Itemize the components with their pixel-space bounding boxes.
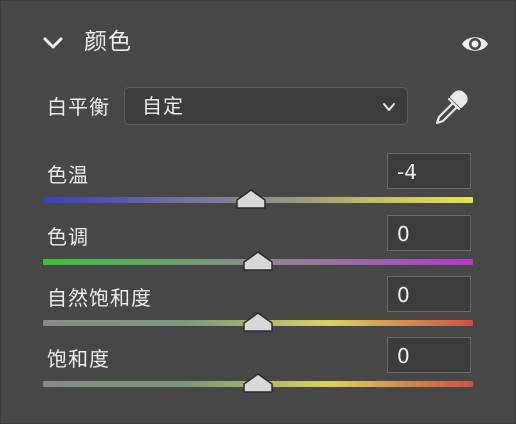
temperature-input[interactable]: -4 <box>387 153 471 189</box>
tint-input[interactable]: 0 <box>387 215 471 251</box>
eyedropper-icon[interactable] <box>431 87 471 127</box>
slider-label: 色温 <box>47 163 89 187</box>
chevron-down-icon[interactable] <box>41 31 65 55</box>
chevron-down-icon <box>383 103 395 111</box>
white-balance-row: 白平衡 自定 <box>1 85 516 131</box>
white-balance-label: 白平衡 <box>47 95 110 119</box>
saturation-value: 0 <box>397 344 410 368</box>
panel-header[interactable]: 颜色 <box>1 19 516 67</box>
slider-tint: 色调 0 <box>1 215 516 277</box>
slider-label: 自然饱和度 <box>47 286 152 310</box>
saturation-thumb[interactable] <box>243 373 273 393</box>
slider-label: 饱和度 <box>47 347 110 371</box>
eye-icon[interactable] <box>460 29 490 59</box>
slider-temperature: 色温 -4 <box>1 153 516 215</box>
slider-vibrance: 自然饱和度 0 <box>1 276 516 338</box>
panel-title: 颜色 <box>84 29 132 55</box>
slider-saturation: 饱和度 0 <box>1 337 516 399</box>
white-balance-select[interactable]: 自定 <box>124 87 408 125</box>
temperature-thumb[interactable] <box>235 189 266 209</box>
vibrance-input[interactable]: 0 <box>387 276 471 312</box>
tint-thumb[interactable] <box>243 251 273 271</box>
color-panel: 颜色 白平衡 自定 色温 -4 色调 0 自然饱和度 0 饱和度 0 <box>0 0 516 424</box>
tint-value: 0 <box>397 222 410 246</box>
saturation-input[interactable]: 0 <box>387 337 471 373</box>
slider-label: 色调 <box>47 225 89 249</box>
temperature-value: -4 <box>397 160 417 184</box>
vibrance-thumb[interactable] <box>243 312 273 332</box>
white-balance-value: 自定 <box>142 94 184 118</box>
vibrance-value: 0 <box>397 283 410 307</box>
